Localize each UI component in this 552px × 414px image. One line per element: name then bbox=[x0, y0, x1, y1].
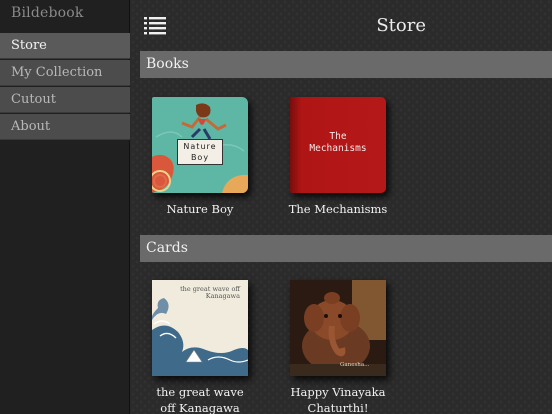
card-cover-great-wave[interactable]: the great wave off Kanagawa bbox=[152, 280, 248, 376]
sidebar-item-store[interactable]: Store bbox=[0, 33, 130, 59]
card-cover-text: Ganesha... bbox=[340, 362, 370, 368]
sidebar-item-my-collection[interactable]: My Collection bbox=[0, 60, 130, 86]
book-tile-nature-boy[interactable]: Nature Boy Nature Boy bbox=[150, 97, 250, 217]
sidebar-item-label: About bbox=[11, 119, 51, 134]
sidebar-item-label: Cutout bbox=[11, 92, 56, 107]
cover-title-line: The bbox=[329, 131, 347, 142]
book-tile-the-mechanisms[interactable]: The Mechanisms The Mechanisms bbox=[288, 97, 388, 217]
card-caption: the great wave off Kanagawa bbox=[150, 384, 250, 414]
card-cover-ganesha[interactable]: Ganesha... bbox=[290, 280, 386, 376]
sidebar: Bildebook Store My Collection Cutout Abo… bbox=[0, 0, 130, 414]
page-title: Store bbox=[376, 15, 426, 36]
sidebar-item-label: My Collection bbox=[11, 65, 103, 80]
card-tile-great-wave[interactable]: the great wave off Kanagawa the great wa… bbox=[150, 280, 250, 414]
section-title: Books bbox=[146, 56, 189, 72]
book-cover-the-mechanisms[interactable]: The Mechanisms bbox=[290, 97, 386, 193]
app-title: Bildebook bbox=[11, 5, 84, 21]
book-cover-title: The Mechanisms bbox=[298, 131, 378, 155]
section-header-books: Books bbox=[140, 51, 552, 78]
caption-line: off Kanagawa bbox=[160, 401, 240, 414]
card-cover-text: the great wave off Kanagawa bbox=[180, 286, 240, 300]
caption-line: the great wave bbox=[156, 385, 244, 399]
card-tile-vinayaka-chaturthi[interactable]: Ganesha... Happy Vinayaka Chaturthi! bbox=[288, 280, 388, 414]
card-caption: Happy Vinayaka Chaturthi! bbox=[288, 384, 388, 414]
ganesha-photo bbox=[290, 280, 386, 376]
caption-line: Happy Vinayaka bbox=[290, 385, 386, 399]
cover-text-line: Kanagawa bbox=[205, 292, 240, 300]
cover-title-line: Mechanisms bbox=[309, 143, 367, 154]
book-cover-nature-boy[interactable]: Nature Boy bbox=[152, 97, 248, 193]
section-title: Cards bbox=[146, 240, 188, 256]
sidebar-item-cutout[interactable]: Cutout bbox=[0, 87, 130, 113]
book-cover-title: Nature Boy bbox=[177, 139, 223, 165]
sidebar-item-about[interactable]: About bbox=[0, 114, 130, 140]
main-content: Store Books Nature Boy Nature Boy The Me… bbox=[131, 0, 552, 414]
book-caption: The Mechanisms bbox=[288, 202, 388, 216]
section-header-cards: Cards bbox=[140, 235, 552, 262]
caption-line: Chaturthi! bbox=[307, 401, 369, 414]
book-caption: Nature Boy bbox=[166, 202, 234, 216]
sidebar-item-label: Store bbox=[11, 38, 47, 53]
